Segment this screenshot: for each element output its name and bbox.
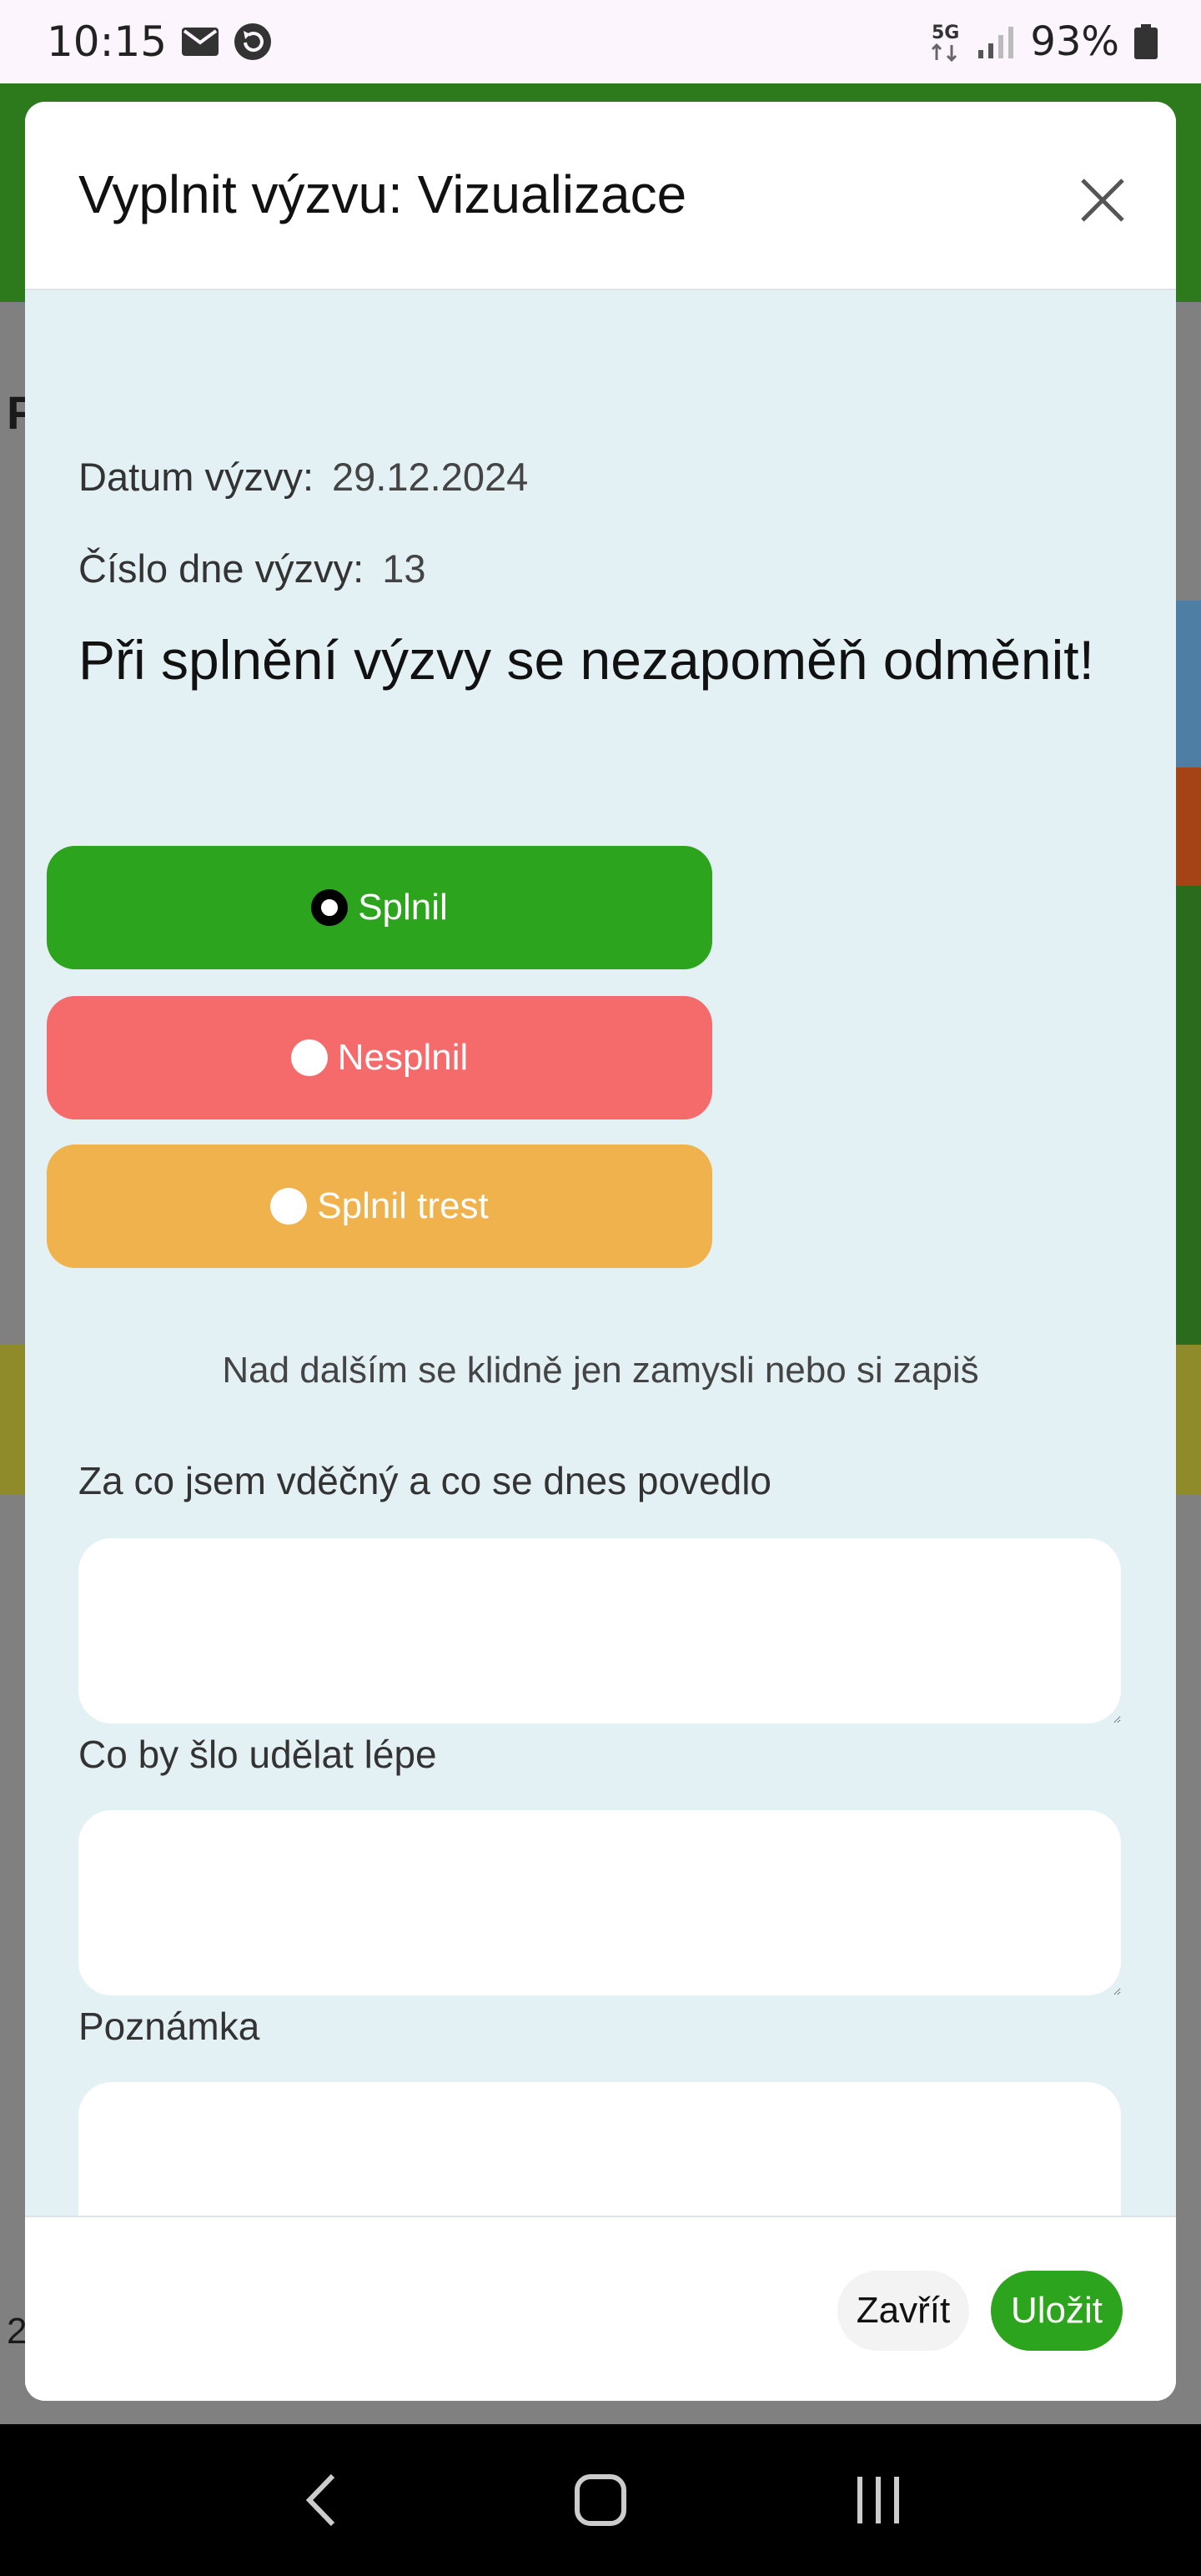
modal-title: Vyplnit výzvu: Vizualizace [78,164,687,224]
gratitude-input[interactable] [78,1538,1121,1723]
radio-selected-icon [311,889,349,926]
back-button[interactable] [281,2458,364,2542]
5g-icon: 5G [930,20,963,63]
challenge-day-value: 13 [382,546,426,591]
back-icon [305,2473,334,2527]
option-completed-label: Splnil [358,887,448,928]
reward-reminder: Při splnění výzvy se nezapoměň odměnit! [78,629,1094,691]
modal-close-button[interactable] [1071,169,1134,232]
background-stripe-green [1176,886,1201,1345]
status-right: 5G 93% [930,18,1158,65]
improvement-input[interactable] [78,1810,1121,1995]
option-not-completed-label: Nesplnil [337,1037,469,1078]
background-stripe-yellow [1176,1345,1201,1495]
radio-unselected-icon [290,1039,328,1076]
close-icon [1081,179,1124,222]
modal-footer: Zavřít Uložit [25,2216,1176,2401]
option-completed-penalty-label: Splnil trest [317,1185,489,1226]
improvement-label: Co by šlo udělat lépe [78,1733,437,1776]
battery-percent: 93% [1030,18,1119,65]
modal-body: Datum výzvy: 29.12.2024 Číslo dne výzvy:… [25,290,1176,2267]
background-stripe-left [0,1345,25,1495]
option-not-completed[interactable]: Nesplnil [47,996,712,1119]
note-label: Poznámka [78,2005,260,2048]
challenge-date-value: 29.12.2024 [332,455,529,499]
status-bar: 10:15 5G 93% [0,0,1201,83]
save-button[interactable]: Uložit [991,2271,1123,2351]
status-left: 10:15 [47,18,272,66]
modal-header: Vyplnit výzvu: Vizualizace [25,102,1176,290]
radio-unselected-icon [270,1188,308,1225]
recents-button[interactable] [837,2458,920,2542]
challenge-date-label: Datum výzvy: [78,455,314,499]
signal-icon [978,25,1015,58]
challenge-day-label: Číslo dne výzvy: [78,546,364,591]
reflection-hint: Nad dalším se klidně jen zamysli nebo si… [222,1350,979,1391]
option-completed[interactable]: Splnil [47,846,712,969]
battery-icon [1134,24,1158,59]
background-stripe-orange [1176,767,1201,886]
challenge-date-row: Datum výzvy: 29.12.2024 [78,454,528,500]
recents-icon [857,2477,900,2523]
home-button[interactable] [559,2458,642,2542]
option-completed-penalty[interactable]: Splnil trest [47,1145,712,1268]
challenge-day-row: Číslo dne výzvy: 13 [78,546,425,591]
sync-icon [234,23,272,61]
gratitude-label: Za co jsem vděčný a co se dnes povedlo [78,1459,772,1502]
challenge-modal: Vyplnit výzvu: Vizualizace Datum výzvy: … [25,102,1176,2401]
background-text-fragment: 2 [7,2311,28,2352]
mail-icon [182,28,219,56]
navigation-bar [0,2424,1201,2576]
status-time: 10:15 [47,18,168,66]
network-label: 5G [932,23,959,43]
background-stripe-blue [1176,601,1201,767]
home-icon [574,2474,626,2526]
close-button[interactable]: Zavřít [837,2271,969,2351]
